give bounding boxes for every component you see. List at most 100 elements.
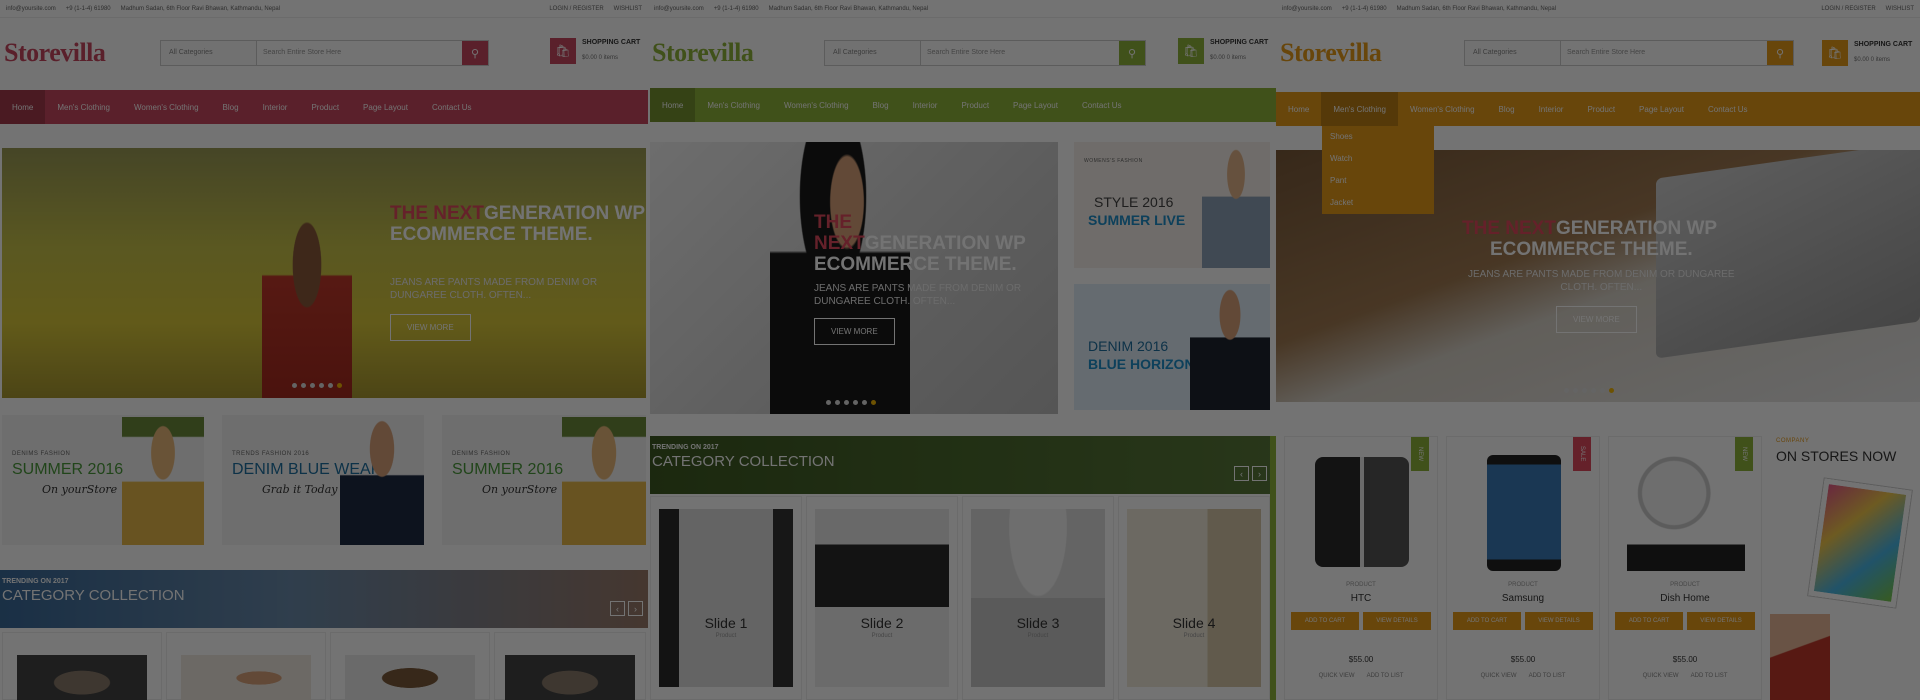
nav-mens-clothing[interactable]: Men's Clothing [695, 88, 772, 122]
prev-arrow-icon[interactable]: ‹ [1234, 466, 1249, 481]
nav-blog[interactable]: Blog [211, 90, 251, 124]
nav-page-layout[interactable]: Page Layout [351, 90, 420, 124]
category-card[interactable] [330, 632, 490, 700]
slide-label: Slide 4 [1172, 615, 1216, 631]
search-input[interactable]: Search Entire Store Here [921, 41, 1119, 65]
site-logo[interactable]: Storevilla [652, 38, 802, 68]
nav-contact-us[interactable]: Contact Us [1696, 92, 1760, 126]
category-card[interactable] [166, 632, 326, 700]
dropdown-item-pant[interactable]: Pant [1322, 170, 1434, 192]
view-details-button[interactable]: VIEW DETAILS [1363, 612, 1431, 630]
nav-mens-clothing[interactable]: Men's Clothing [1321, 92, 1399, 126]
product-name[interactable]: Samsung [1447, 593, 1599, 604]
promo-banner-summer-2[interactable]: DENIMS FASHION SUMMER 2016 On yourStore [442, 415, 646, 545]
quick-view-link[interactable]: QUICK VIEW [1643, 673, 1679, 679]
slide-title-highlight: NEXT [814, 233, 865, 254]
quick-view-link[interactable]: QUICK VIEW [1481, 673, 1517, 679]
dropdown-item-jacket[interactable]: Jacket [1322, 192, 1434, 214]
nav-page-layout[interactable]: Page Layout [1001, 88, 1070, 122]
slider-dots[interactable] [292, 383, 342, 388]
top-bar: info@yoursite.com +9 (1-1-4) 61980 Madhu… [0, 0, 648, 18]
view-details-button[interactable]: VIEW DETAILS [1687, 612, 1755, 630]
nav-interior[interactable]: Interior [251, 90, 300, 124]
product-name[interactable]: HTC [1285, 593, 1437, 604]
shopping-cart[interactable]: 🛍 SHOPPING CART $0.00 0 items [550, 38, 640, 64]
side-banner-denim[interactable]: DENIM 2016 BLUE HORIZON [1074, 284, 1270, 410]
shopping-cart[interactable]: 🛍 SHOPPING CART $0.00 0 items [1178, 38, 1268, 64]
view-more-button[interactable]: VIEW MORE [1556, 306, 1637, 333]
add-to-cart-button[interactable]: ADD TO CART [1291, 612, 1359, 630]
next-arrow-icon[interactable]: › [1252, 466, 1267, 481]
promo-banner-denim[interactable]: TRENDS FASHION 2016 DENIM BLUE WEAR Grab… [222, 415, 424, 545]
search-button[interactable]: ⚲ [1767, 41, 1793, 65]
prev-arrow-icon[interactable]: ‹ [610, 601, 625, 616]
on-stores-now-banner[interactable]: COMPANY ON STORES NOW [1770, 424, 1920, 700]
email-link[interactable]: info@yoursite.com [6, 6, 56, 12]
nav-product[interactable]: Product [1575, 92, 1627, 126]
promo-banner-summer-1[interactable]: DENIMS FASHION SUMMER 2016 On yourStore [2, 415, 204, 545]
banner-big-accent: SUMMER LIVE [1088, 212, 1186, 228]
dropdown-item-watch[interactable]: Watch [1322, 148, 1434, 170]
product-image [1487, 455, 1561, 571]
nav-home[interactable]: Home [1276, 92, 1321, 126]
nav-interior[interactable]: Interior [901, 88, 950, 122]
search-button[interactable]: ⚲ [462, 41, 488, 65]
nav-interior[interactable]: Interior [1527, 92, 1576, 126]
add-to-list-link[interactable]: ADD TO LIST [1367, 673, 1404, 679]
login-link[interactable]: LOGIN / REGISTER [1821, 6, 1875, 12]
view-more-button[interactable]: VIEW MORE [390, 314, 471, 341]
nav-womens-clothing[interactable]: Women's Clothing [122, 90, 211, 124]
shopping-cart[interactable]: 🛍 SHOPPING CART $0.00 0 items [1822, 40, 1912, 66]
hero-slider[interactable]: THE NEXTGENERATION WP ECOMMERCE THEME. JEA… [650, 142, 1058, 414]
hero-slider[interactable]: THE NEXTGENERATION WP ECOMMERCE THEME. JE… [2, 148, 646, 398]
wishlist-link[interactable]: WISHLIST [1886, 6, 1914, 12]
nav-product[interactable]: Product [949, 88, 1001, 122]
add-to-list-link[interactable]: ADD TO LIST [1691, 673, 1728, 679]
view-more-button[interactable]: VIEW MORE [814, 318, 895, 345]
product-card-htc[interactable]: NEW PRODUCT HTC ADD TO CART VIEW DETAILS … [1284, 436, 1438, 700]
category-card[interactable] [494, 632, 646, 700]
category-card[interactable] [2, 632, 162, 700]
slider-dots[interactable] [826, 400, 876, 405]
product-name[interactable]: Dish Home [1609, 593, 1761, 604]
nav-contact-us[interactable]: Contact Us [1070, 88, 1134, 122]
site-logo[interactable]: Storevilla [1280, 38, 1430, 68]
search-button[interactable]: ⚲ [1119, 41, 1145, 65]
next-arrow-icon[interactable]: › [628, 601, 643, 616]
nav-blog[interactable]: Blog [861, 88, 901, 122]
search-icon: ⚲ [1127, 47, 1137, 60]
email-link[interactable]: info@yoursite.com [1282, 6, 1332, 12]
search-input[interactable]: Search Entire Store Here [1561, 41, 1767, 65]
login-link[interactable]: LOGIN / REGISTER [549, 6, 603, 12]
site-logo[interactable]: Storevilla [4, 38, 154, 68]
quick-view-link[interactable]: QUICK VIEW [1319, 673, 1355, 679]
category-select[interactable]: All Categories [161, 41, 257, 65]
nav-home[interactable]: Home [0, 90, 46, 124]
add-to-list-link[interactable]: ADD TO LIST [1529, 673, 1566, 679]
nav-contact-us[interactable]: Contact Us [420, 90, 484, 124]
nav-home[interactable]: Home [650, 88, 696, 122]
nav-blog[interactable]: Blog [1487, 92, 1527, 126]
dropdown-item-shoes[interactable]: Shoes [1322, 126, 1434, 148]
collection-slide-2[interactable]: Slide 2 Product [806, 496, 958, 700]
product-card-samsung[interactable]: SALE PRODUCT Samsung ADD TO CART VIEW DET… [1446, 436, 1600, 700]
slider-dots[interactable] [1564, 388, 1614, 393]
nav-womens-clothing[interactable]: Women's Clothing [772, 88, 861, 122]
collection-slide-4[interactable]: Slide 4 Product [1118, 496, 1270, 700]
search-input[interactable]: Search Entire Store Here [257, 41, 462, 65]
side-banner-style[interactable]: WOMENS'S FASHION STYLE 2016 SUMMER LIVE [1074, 142, 1270, 268]
collection-slide-3[interactable]: Slide 3 Product [962, 496, 1114, 700]
nav-product[interactable]: Product [299, 90, 351, 124]
view-details-button[interactable]: VIEW DETAILS [1525, 612, 1593, 630]
category-select[interactable]: All Categories [1465, 41, 1561, 65]
category-select[interactable]: All Categories [825, 41, 921, 65]
nav-page-layout[interactable]: Page Layout [1627, 92, 1696, 126]
wishlist-link[interactable]: WISHLIST [614, 6, 642, 12]
nav-womens-clothing[interactable]: Women's Clothing [1398, 92, 1487, 126]
product-card-dish-home[interactable]: NEW PRODUCT Dish Home ADD TO CARTVIEW DE… [1608, 436, 1762, 700]
email-link[interactable]: info@yoursite.com [654, 6, 704, 12]
add-to-cart-button[interactable]: ADD TO CART [1453, 612, 1521, 630]
collection-slide-1[interactable]: Slide 1 Product [650, 496, 802, 700]
nav-mens-clothing[interactable]: Men's Clothing [45, 90, 122, 124]
add-to-cart-button[interactable]: ADD TO CART [1615, 612, 1683, 630]
